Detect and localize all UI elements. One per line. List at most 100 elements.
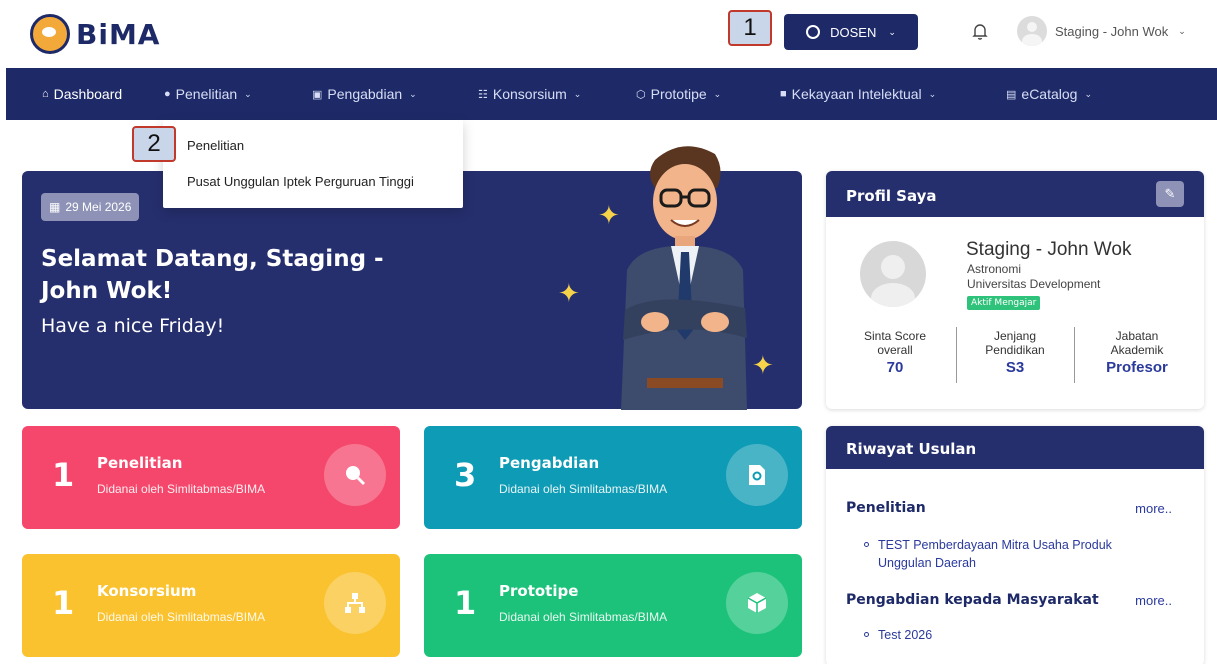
- more-link[interactable]: more..: [1135, 501, 1172, 516]
- dropdown-item-pusat-unggulan[interactable]: Pusat Unggulan Iptek Perguruan Tinggi: [187, 174, 414, 189]
- chevron-down-icon: ⌄: [713, 88, 722, 99]
- chevron-down-icon: ⌄: [573, 88, 582, 99]
- role-dropdown-button[interactable]: DOSEN ⌄: [784, 14, 918, 50]
- profile-field: Astronomi: [967, 262, 1022, 276]
- stat-count: 1: [454, 584, 477, 622]
- mascot-illustration: [621, 146, 747, 410]
- list-item[interactable]: TEST Pemberdayaan Mitra Usaha Produk Ung…: [864, 536, 1168, 572]
- stat-card-pengabdian[interactable]: 3 Pengabdian Didanai oleh Simlitabmas/BI…: [424, 426, 802, 529]
- chevron-down-icon: ⌄: [244, 88, 252, 99]
- list-item-text: Test 2026: [878, 628, 933, 642]
- profile-university: Universitas Development: [967, 277, 1101, 291]
- cube-icon: [726, 572, 788, 634]
- search-icon: ●: [164, 88, 171, 100]
- riwayat-usulan-card: Riwayat Usulan Penelitian more.. TEST Pe…: [826, 426, 1204, 664]
- nav-label: Prototipe: [650, 86, 707, 102]
- bima-logo[interactable]: BiMA: [30, 14, 160, 54]
- metric-label: Pendidikan: [985, 343, 1045, 357]
- metric-sinta-score: Sinta Score overall 70: [840, 329, 950, 375]
- dropdown-item-penelitian[interactable]: Penelitian: [187, 138, 244, 153]
- search-icon: [324, 444, 386, 506]
- annotation-badge-2: 2: [132, 126, 176, 162]
- chevron-down-icon: ⌄: [888, 26, 896, 37]
- nav-label: Kekayaan Intelektual: [791, 86, 922, 102]
- metric-jenjang: Jenjang Pendidikan S3: [960, 329, 1070, 375]
- list-item-text: TEST Pemberdayaan Mitra Usaha Produk Ung…: [878, 538, 1112, 570]
- welcome-subtitle: Have a nice Friday!: [41, 315, 225, 337]
- stat-count: 1: [52, 456, 75, 494]
- hierarchy-icon: [324, 572, 386, 634]
- document-search-icon: [726, 444, 788, 506]
- stat-title: Pengabdian: [499, 454, 600, 472]
- nav-item-dashboard[interactable]: ⌂ Dashboard: [42, 68, 122, 120]
- stat-title: Prototipe: [499, 582, 579, 600]
- notification-bell-icon[interactable]: [972, 22, 988, 40]
- user-circle-icon: [806, 25, 821, 39]
- divider: [956, 327, 957, 383]
- stat-subtitle: Didanai oleh Simlitabmas/BIMA: [499, 610, 668, 624]
- home-icon: ⌂: [42, 88, 49, 100]
- sparkle-icon: ✦: [558, 279, 580, 309]
- list-item[interactable]: Test 2026: [864, 626, 1168, 644]
- main-navbar: ⌂ Dashboard ● Penelitian ⌄ ▣ Pengabdian …: [6, 68, 1217, 120]
- stat-count: 1: [52, 584, 75, 622]
- nav-item-prototipe[interactable]: ⬡ Prototipe ⌄: [636, 68, 721, 120]
- stat-card-penelitian[interactable]: 1 Penelitian Didanai oleh Simlitabmas/BI…: [22, 426, 400, 529]
- metric-value: 70: [886, 359, 904, 376]
- status-badge: Aktif Mengajar: [967, 296, 1041, 310]
- nav-label: Dashboard: [53, 86, 123, 102]
- avatar: [1017, 16, 1047, 46]
- bullet-icon: [864, 542, 869, 547]
- stat-card-prototipe[interactable]: 1 Prototipe Didanai oleh Simlitabmas/BIM…: [424, 554, 802, 657]
- stat-subtitle: Didanai oleh Simlitabmas/BIMA: [97, 482, 266, 496]
- stat-title: Penelitian: [97, 454, 183, 472]
- nav-item-ecatalog[interactable]: ▤ eCatalog ⌄: [1006, 68, 1092, 120]
- lock-icon: ■: [780, 88, 787, 100]
- metric-label: Akademik: [1110, 343, 1164, 357]
- edit-profile-button[interactable]: ✎: [1156, 181, 1184, 207]
- chevron-down-icon: ⌄: [928, 88, 937, 99]
- stat-card-konsorsium[interactable]: 1 Konsorsium Didanai oleh Simlitabmas/BI…: [22, 554, 400, 657]
- pencil-icon: ✎: [1164, 186, 1176, 202]
- bullet-icon: [864, 632, 869, 637]
- metric-value: Profesor: [1106, 359, 1168, 376]
- riwayat-heading: Riwayat Usulan: [826, 426, 1204, 469]
- nav-label: Pengabdian: [327, 86, 403, 102]
- metric-label: overall: [877, 343, 913, 357]
- user-menu[interactable]: Staging - John Wok ⌄: [1017, 16, 1186, 46]
- user-name: Staging - John Wok: [1055, 23, 1169, 39]
- stat-title: Konsorsium: [97, 582, 197, 600]
- welcome-title: Selamat Datang, Staging - John Wok!: [41, 246, 384, 304]
- chevron-down-icon: ⌄: [409, 88, 417, 99]
- file-icon: ▤: [1006, 88, 1017, 101]
- profile-heading: Profil Saya: [846, 187, 937, 205]
- role-label: DOSEN: [830, 24, 877, 40]
- stat-subtitle: Didanai oleh Simlitabmas/BIMA: [97, 610, 266, 624]
- metric-label: Jenjang: [993, 329, 1037, 343]
- profile-card-header: Profil Saya ✎: [826, 171, 1204, 217]
- stat-count: 3: [454, 456, 477, 494]
- date-chip: ▦ 29 Mei 2026: [41, 193, 140, 221]
- logo-text: BiMA: [76, 17, 161, 51]
- nav-label: eCatalog: [1021, 86, 1078, 102]
- chevron-down-icon: ⌄: [1084, 88, 1092, 99]
- nav-label: Konsorsium: [492, 86, 567, 102]
- nav-label: Penelitian: [175, 86, 238, 102]
- nav-item-pengabdian[interactable]: ▣ Pengabdian ⌄: [312, 68, 417, 120]
- divider: [1074, 327, 1075, 383]
- calendar-icon: ▦: [49, 200, 61, 214]
- top-header: BiMA 1 DOSEN ⌄ Staging - John Wok ⌄: [0, 0, 1217, 68]
- nav-item-konsorsium[interactable]: ☷ Konsorsium ⌄: [478, 68, 581, 120]
- metric-value: S3: [1005, 359, 1025, 376]
- logo-mark-icon: [30, 14, 70, 54]
- metric-label: Jabatan: [1115, 329, 1159, 343]
- more-link[interactable]: more..: [1135, 593, 1172, 608]
- nav-item-kekayaan-intelektual[interactable]: ■ Kekayaan Intelektual ⌄: [780, 68, 936, 120]
- chevron-down-icon: ⌄: [1178, 25, 1186, 36]
- metric-label: Sinta Score: [863, 329, 927, 343]
- date-text: 29 Mei 2026: [65, 200, 132, 214]
- nav-item-penelitian[interactable]: ● Penelitian ⌄: [164, 68, 252, 120]
- cube-icon: ⬡: [636, 88, 646, 101]
- metric-jabatan: Jabatan Akademik Profesor: [1082, 329, 1192, 375]
- profile-card: Profil Saya ✎ Staging - John Wok Astrono…: [826, 171, 1204, 409]
